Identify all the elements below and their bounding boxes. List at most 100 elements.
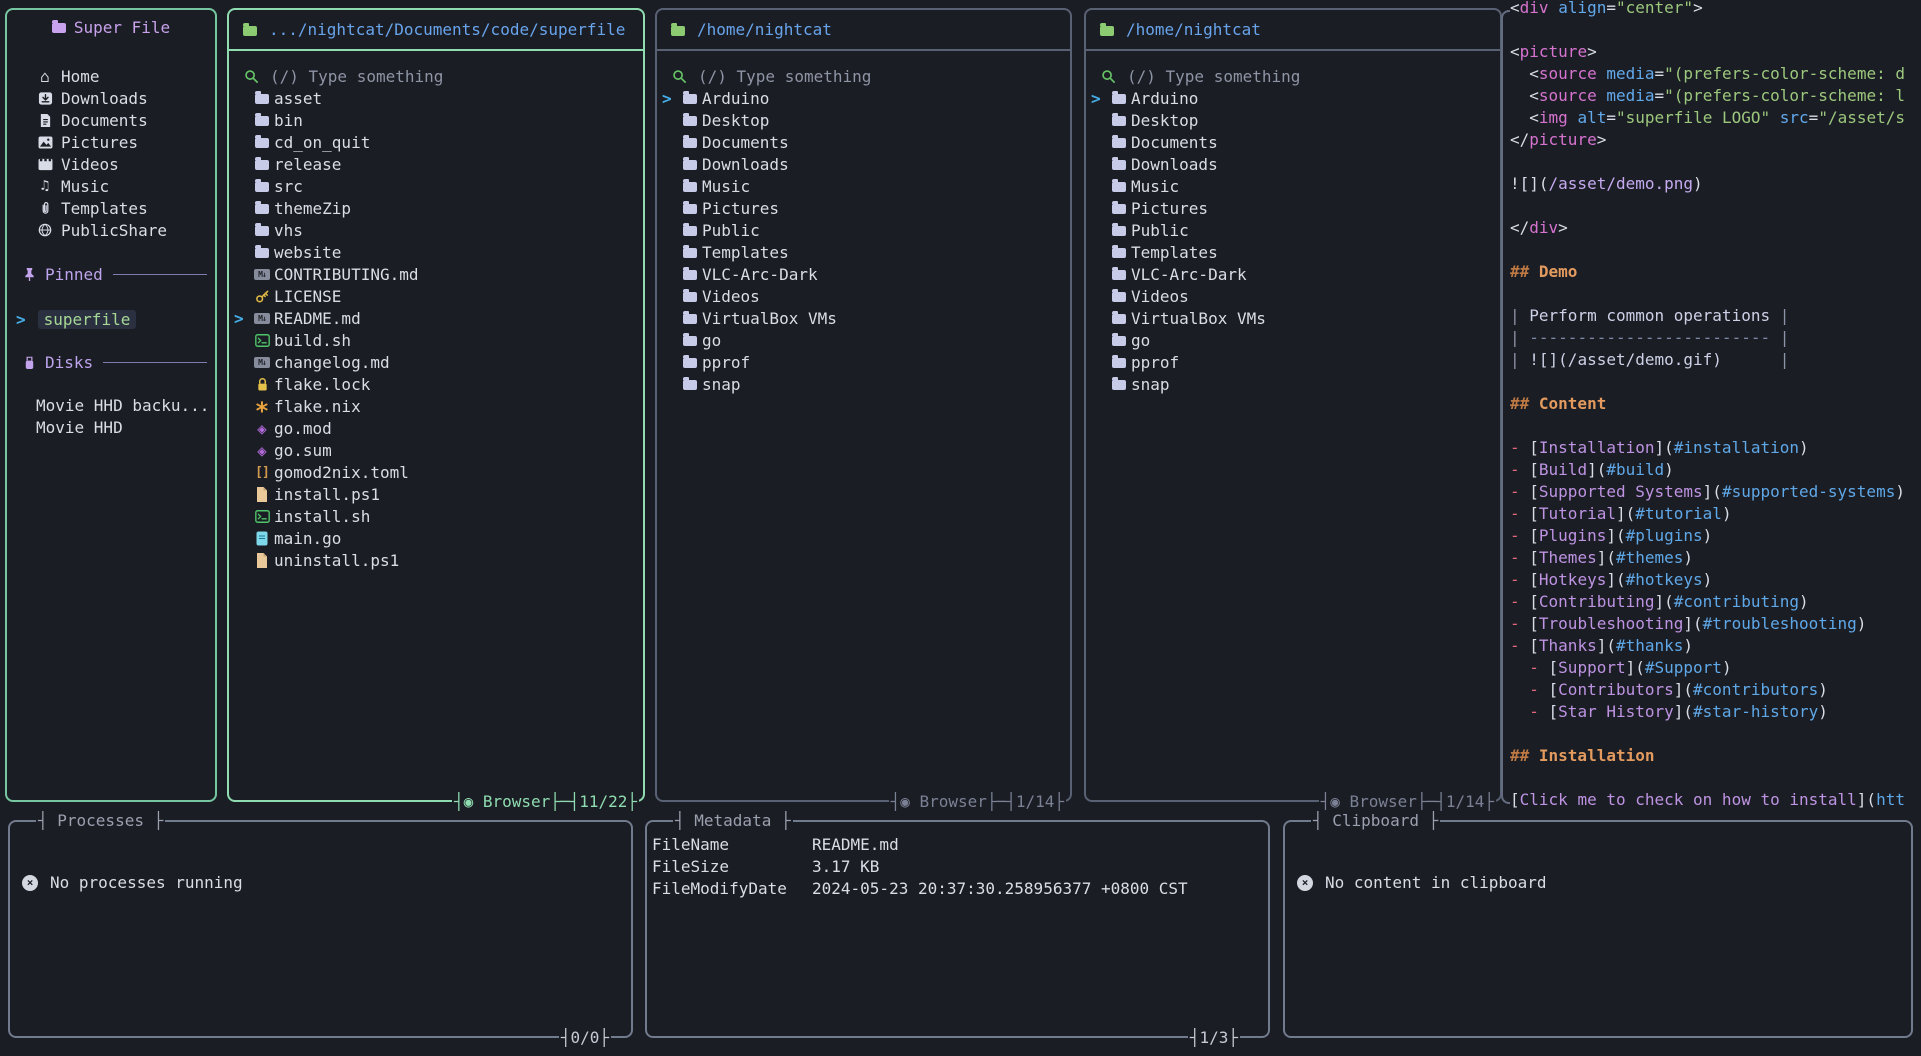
file-row[interactable]: flake.lock [229, 373, 641, 395]
preview-line: <img alt="superfile LOGO" src="/asset/s [1510, 107, 1921, 129]
file-row[interactable]: snap [657, 373, 1068, 395]
file-row[interactable]: Desktop [1086, 109, 1498, 131]
file-row[interactable]: src [229, 175, 641, 197]
file-row[interactable]: M↓changelog.md [229, 351, 641, 373]
file-row[interactable]: install.ps1 [229, 483, 641, 505]
file-row[interactable]: VLC-Arc-Dark [657, 263, 1068, 285]
sidebar-item-documents[interactable]: Documents [7, 109, 215, 131]
file-row[interactable]: Documents [1086, 131, 1498, 153]
file-row[interactable]: []gomod2nix.toml [229, 461, 641, 483]
gomod-icon: ◈ [253, 441, 271, 459]
metadata-key: FileSize [652, 857, 729, 876]
file-row[interactable]: Videos [1086, 285, 1498, 307]
file-row[interactable]: Documents [657, 131, 1068, 153]
markdown-icon: M↓ [253, 309, 271, 327]
file-name: snap [1131, 375, 1170, 394]
gofile-icon [253, 529, 271, 547]
file-row[interactable]: pprof [1086, 351, 1498, 373]
file-row[interactable]: Downloads [657, 153, 1068, 175]
file-name: Templates [702, 243, 789, 262]
file-row[interactable]: install.sh [229, 505, 641, 527]
file-name: release [274, 155, 341, 174]
file-row[interactable]: M↓CONTRIBUTING.md [229, 263, 641, 285]
folder-icon [1110, 353, 1128, 371]
file-name: Videos [1131, 287, 1189, 306]
file-row[interactable]: themeZip [229, 197, 641, 219]
sidebar-item-music[interactable]: ♫Music [7, 175, 215, 197]
file-name: themeZip [274, 199, 351, 218]
preview-line [1510, 19, 1921, 41]
sidebar-item-downloads[interactable]: Downloads [7, 87, 215, 109]
file-row[interactable]: Videos [657, 285, 1068, 307]
file-row[interactable]: VirtualBox VMs [657, 307, 1068, 329]
sidebar-item-videos[interactable]: Videos [7, 153, 215, 175]
file-name: snap [702, 375, 741, 394]
processes-counter: ┤0/0├ [559, 1027, 611, 1049]
search-input[interactable]: (/) Type something [657, 65, 1068, 87]
file-row[interactable]: go [1086, 329, 1498, 351]
sidebar-item-publicshare[interactable]: PublicShare [7, 219, 215, 241]
file-row[interactable]: VirtualBox VMs [1086, 307, 1498, 329]
file-row[interactable]: Pictures [657, 197, 1068, 219]
sidebar-item-templates[interactable]: Templates [7, 197, 215, 219]
disk-item[interactable]: Movie HHD backu... [7, 394, 215, 416]
file-name: Desktop [702, 111, 769, 130]
file-row[interactable]: release [229, 153, 641, 175]
folder-icon [1110, 89, 1128, 107]
preview-line: ![](/asset/demo.png) [1510, 173, 1921, 195]
lock-icon [253, 375, 271, 393]
file-row[interactable]: Music [657, 175, 1068, 197]
file-row[interactable]: LICENSE [229, 285, 641, 307]
file-panel-2[interactable]: /home/nightcat(/) Type something>Arduino… [655, 8, 1072, 802]
file-row[interactable]: VLC-Arc-Dark [1086, 263, 1498, 285]
folder-icon [253, 221, 271, 239]
file-row[interactable]: >Arduino [1086, 87, 1498, 109]
folder-icon [1110, 111, 1128, 129]
file-name: VirtualBox VMs [1131, 309, 1266, 328]
preview-line: [Click me to check on how to install](ht… [1510, 789, 1921, 811]
file-row[interactable]: Desktop [657, 109, 1068, 131]
file-row[interactable]: Templates [657, 241, 1068, 263]
folder-icon [1110, 221, 1128, 239]
file-row[interactable]: website [229, 241, 641, 263]
sidebar-item-pictures[interactable]: Pictures [7, 131, 215, 153]
search-input[interactable]: (/) Type something [1086, 65, 1498, 87]
file-panel-3[interactable]: /home/nightcat(/) Type something>Arduino… [1084, 8, 1502, 802]
metadata-value: 2024-05-23 20:37:30.258956377 +0800 CST [812, 879, 1188, 898]
file-row[interactable]: >Arduino [657, 87, 1068, 109]
preview-line: ## Demo [1510, 261, 1921, 283]
file-row[interactable]: build.sh [229, 329, 641, 351]
file-row[interactable]: Pictures [1086, 197, 1498, 219]
preview-line: - [Plugins](#plugins) [1510, 525, 1921, 547]
file-panel-1[interactable]: .../nightcat/Documents/code/superfile(/)… [227, 8, 645, 802]
file-row[interactable]: Templates [1086, 241, 1498, 263]
file-row[interactable]: bin [229, 109, 641, 131]
file-row[interactable]: ◈go.mod [229, 417, 641, 439]
file-row[interactable]: main.go [229, 527, 641, 549]
file-row[interactable]: Public [1086, 219, 1498, 241]
file-row[interactable]: >M↓README.md [229, 307, 641, 329]
file-name: install.ps1 [274, 485, 380, 504]
file-row[interactable]: Music [1086, 175, 1498, 197]
file-name: Music [702, 177, 750, 196]
file-row[interactable]: cd_on_quit [229, 131, 641, 153]
file-row[interactable]: Public [657, 219, 1068, 241]
processes-panel: ┤ Processes ├ × No processes running ┤0/… [8, 820, 633, 1038]
file-row[interactable]: snap [1086, 373, 1498, 395]
file-row[interactable]: vhs [229, 219, 641, 241]
file-row[interactable]: Downloads [1086, 153, 1498, 175]
file-row[interactable]: uninstall.ps1 [229, 549, 641, 571]
folder-icon [1110, 155, 1128, 173]
file-row[interactable]: pprof [657, 351, 1068, 373]
folder-icon [681, 133, 699, 151]
disk-item[interactable]: Movie HHD [7, 416, 215, 438]
pinned-item-superfile[interactable]: > superfile [7, 308, 215, 330]
file-row[interactable]: asset [229, 87, 641, 109]
search-input[interactable]: (/) Type something [229, 65, 641, 87]
file-row[interactable]: ◈go.sum [229, 439, 641, 461]
clipboard-empty-text: No content in clipboard [1325, 873, 1547, 892]
sidebar-item-home[interactable]: ⌂Home [7, 65, 215, 87]
preview-line: - [Tutorial](#tutorial) [1510, 503, 1921, 525]
file-row[interactable]: go [657, 329, 1068, 351]
file-row[interactable]: *flake.nix [229, 395, 641, 417]
